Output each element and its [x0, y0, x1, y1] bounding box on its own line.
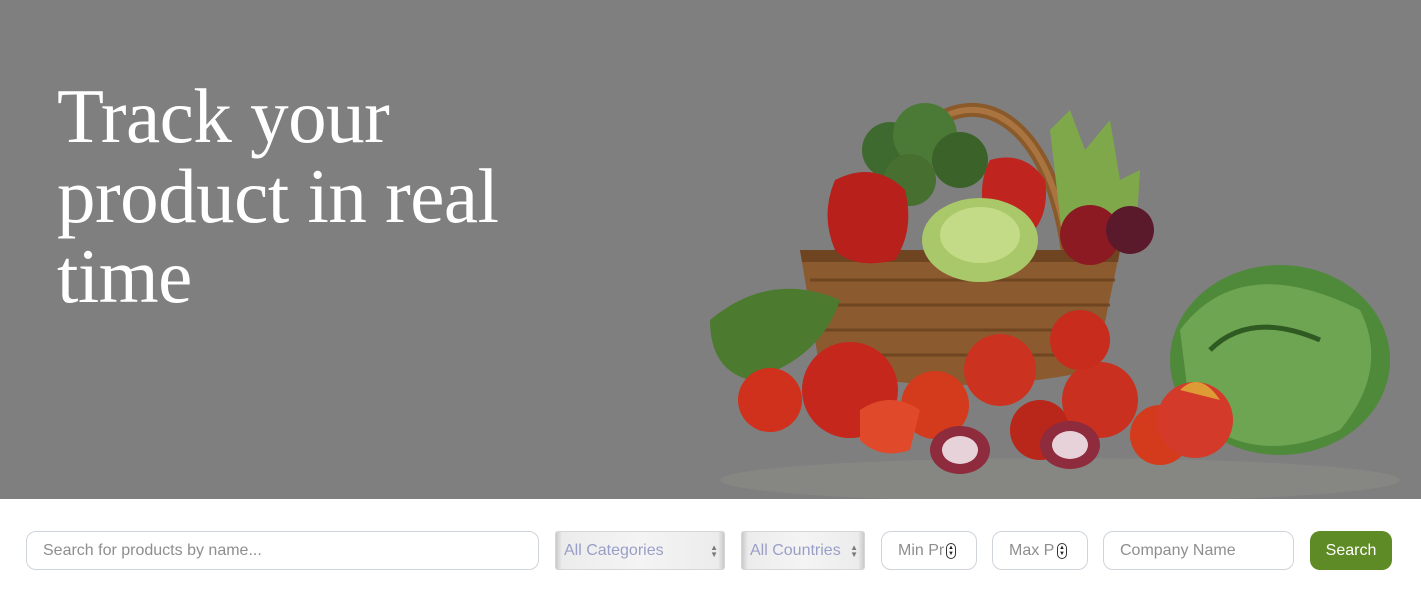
- min-price-placeholder: Min Price: [898, 541, 944, 559]
- max-price-input[interactable]: Max Price ▲▼: [992, 531, 1088, 570]
- company-name-input[interactable]: [1103, 531, 1294, 570]
- category-select-value: All Categories: [564, 541, 664, 559]
- product-name-search-input[interactable]: [26, 531, 539, 570]
- max-price-placeholder: Max Price: [1009, 541, 1055, 559]
- search-button[interactable]: Search: [1310, 531, 1392, 570]
- hero-banner: Track your product in real time: [0, 0, 1421, 499]
- search-bar: All Categories ▲▼ All Countries ▲▼ Min P…: [0, 499, 1421, 599]
- category-select[interactable]: All Categories ▲ ▼: [555, 531, 725, 570]
- country-select-value: All Countries: [750, 541, 841, 559]
- vegetable-basket-image: [710, 102, 1400, 499]
- spinner-icon[interactable]: ▲ ▼: [946, 542, 956, 559]
- country-select[interactable]: All Countries ▲ ▼: [741, 531, 865, 570]
- select-arrows-icon: ▲ ▼: [850, 542, 858, 559]
- min-price-input[interactable]: Min Price ▲▼: [881, 531, 977, 570]
- select-arrows-icon: ▲ ▼: [710, 542, 718, 559]
- hero-title: Track your product in real time: [57, 73, 499, 319]
- spinner-icon[interactable]: ▲ ▼: [1057, 542, 1067, 559]
